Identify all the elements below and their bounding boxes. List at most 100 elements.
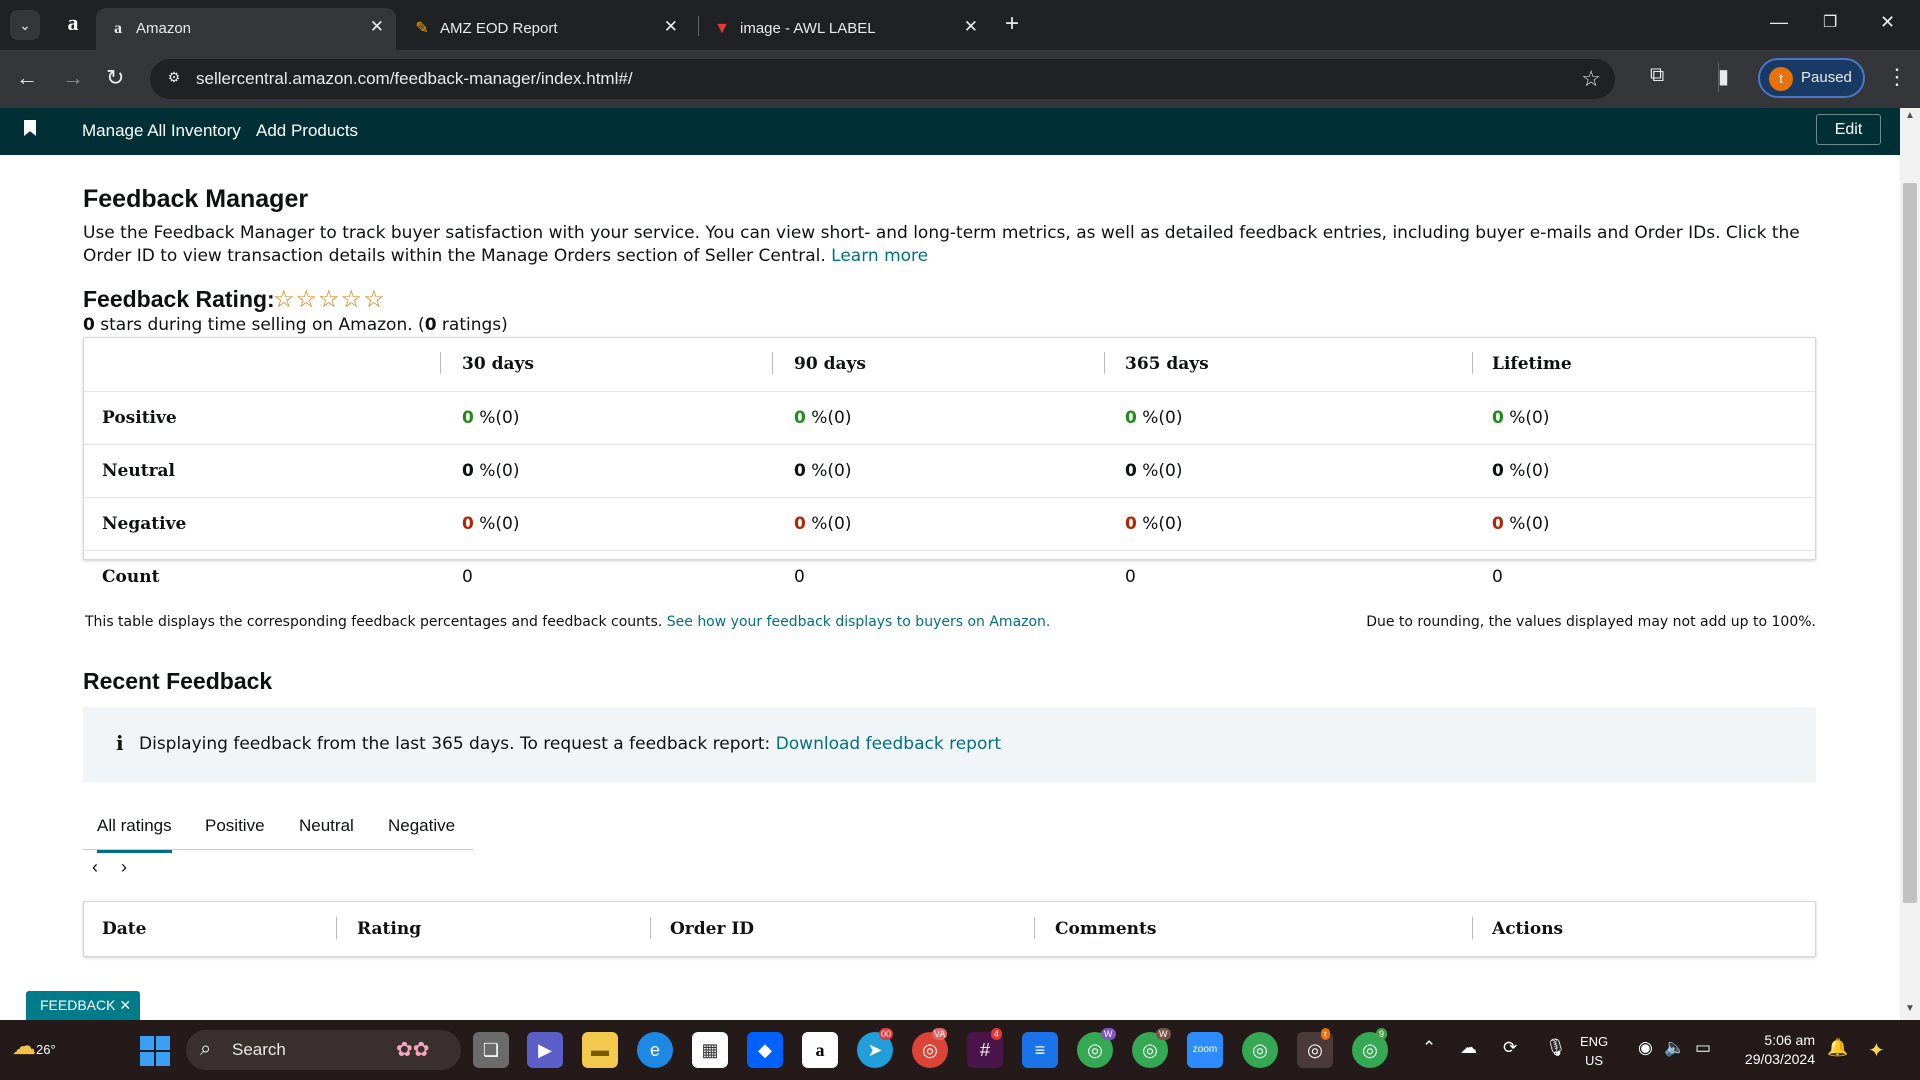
tab-amazon[interactable]: a Amazon ✕ <box>96 8 396 50</box>
taskbar-search[interactable]: ⌕ Search ✿✿ <box>186 1030 461 1070</box>
column-divider <box>772 352 773 374</box>
chrome-profile-w2-icon[interactable]: ◎ W <box>1132 1028 1171 1068</box>
nav-manage-all-inventory[interactable]: Manage All Inventory <box>82 121 241 141</box>
page-scrollbar[interactable]: ▲ ▼ <box>1900 108 1920 1020</box>
reload-icon[interactable]: ↻ <box>106 64 124 92</box>
date: 29/03/2024 <box>1744 1051 1815 1067</box>
scroll-up-icon[interactable]: ▲ <box>1905 110 1915 121</box>
table-note-text: This table displays the corresponding fe… <box>85 614 663 630</box>
browser-menu-icon[interactable]: ⋮ <box>1886 64 1908 90</box>
feedback-display-link[interactable]: See how your feedback displays to buyers… <box>667 614 1051 630</box>
sync-icon[interactable]: ⟳ <box>1503 1038 1517 1058</box>
edit-nav-button[interactable]: Edit <box>1816 114 1881 145</box>
minimize-icon[interactable]: — <box>1770 12 1788 33</box>
start-button[interactable] <box>140 1036 170 1066</box>
url-text[interactable]: sellercentral.amazon.com/feedback-manage… <box>196 69 633 89</box>
info-alert: i Displaying feedback from the last 365 … <box>83 707 1816 782</box>
wifi-icon[interactable]: ◉ <box>1638 1038 1653 1058</box>
page-intro: Use the Feedback Manager to track buyer … <box>83 222 1818 268</box>
rating-summary-tail: ratings) <box>436 315 508 335</box>
file-explorer-icon[interactable]: ▬ <box>582 1032 618 1068</box>
rating-stars-value: 0 <box>83 315 95 335</box>
bookmark-star-icon[interactable]: ☆ <box>1581 66 1601 92</box>
telegram-icon[interactable]: ➤ 00 <box>857 1028 894 1068</box>
close-icon[interactable]: ✕ <box>119 997 131 1013</box>
close-tab-icon[interactable]: ✕ <box>664 17 678 37</box>
nav-add-products[interactable]: Add Products <box>256 121 358 141</box>
table-cell: 0 %(0) <box>1492 461 1550 481</box>
clock[interactable]: 5:06 am 29/03/2024 <box>1735 1031 1815 1069</box>
tab-neutral[interactable]: Neutral <box>299 816 354 836</box>
column-header-date[interactable]: Date <box>102 919 146 939</box>
extensions-icon[interactable]: ⧉ <box>1650 64 1664 87</box>
amazon-app-icon[interactable]: a <box>802 1032 838 1068</box>
scrollbar-thumb[interactable] <box>1903 183 1917 903</box>
search-highlight-icon: ✿✿ <box>396 1039 430 1061</box>
show-hidden-icons-icon[interactable]: ⌃ <box>1422 1038 1436 1058</box>
table-cell: 0 %(0) <box>462 514 520 534</box>
feedback-widget[interactable]: FEEDBACK ✕ <box>26 991 140 1020</box>
column-header-rating[interactable]: Rating <box>357 919 421 939</box>
time: 5:06 am <box>1764 1032 1815 1048</box>
new-tab-icon[interactable]: + <box>1005 10 1019 38</box>
side-panel-icon[interactable]: ▮ <box>1718 64 1729 89</box>
table-cell: 0 %(0) <box>462 408 520 428</box>
search-icon: ⌕ <box>200 1038 212 1060</box>
tab-title: image - AWL LABEL <box>740 20 876 37</box>
column-header-comments[interactable]: Comments <box>1055 919 1156 939</box>
restore-icon[interactable]: ❐ <box>1823 12 1837 32</box>
volume-icon[interactable]: 🔈 <box>1664 1038 1685 1058</box>
chrome-active-icon[interactable]: ◎ t <box>1297 1028 1333 1068</box>
previous-page-icon[interactable]: ‹ <box>92 857 98 878</box>
table-row-negative: Negative 0 %(0) 0 %(0) 0 %(0) 0 %(0) <box>84 497 1815 550</box>
download-feedback-report-link[interactable]: Download feedback report <box>776 734 1001 754</box>
tab-amz-eod-report[interactable]: ✎ AMZ EOD Report ✕ <box>400 8 690 50</box>
slack-icon[interactable]: #4 <box>967 1028 1003 1068</box>
table-cell: 0 <box>462 567 473 587</box>
copilot-icon[interactable]: ✦ <box>1868 1038 1885 1063</box>
close-window-icon[interactable]: ✕ <box>1880 12 1895 33</box>
learn-more-link[interactable]: Learn more <box>831 246 928 266</box>
onedrive-icon[interactable]: ☁ <box>1460 1038 1477 1058</box>
language-indicator[interactable]: ENG US <box>1580 1032 1608 1070</box>
profile-button[interactable]: t Paused <box>1758 58 1865 98</box>
info-text: Displaying feedback from the last 365 da… <box>139 734 771 754</box>
chrome-profile-9-icon[interactable]: ◎ 9 <box>1352 1028 1388 1068</box>
store-icon[interactable]: ▦ <box>692 1032 728 1068</box>
task-view-icon[interactable]: ❏ <box>473 1032 509 1068</box>
scroll-down-icon[interactable]: ▼ <box>1905 1003 1915 1014</box>
chrome-profile-w-icon[interactable]: ◎ W <box>1077 1028 1116 1068</box>
battery-icon[interactable]: ▭ <box>1695 1038 1711 1058</box>
microphone-icon[interactable]: 🎙 <box>1545 1038 1567 1058</box>
table-row-positive: Positive 0 %(0) 0 %(0) 0 %(0) 0 %(0) <box>84 391 1815 444</box>
dropbox-icon[interactable]: ◆ <box>747 1032 783 1068</box>
close-tab-icon[interactable]: ✕ <box>370 17 384 37</box>
rounding-note: Due to rounding, the values displayed ma… <box>1366 614 1816 630</box>
language-code: ENG <box>1580 1034 1609 1049</box>
notification-icon[interactable]: 🔔 <box>1827 1038 1848 1058</box>
tab-all-ratings[interactable]: All ratings <box>97 816 172 853</box>
site-info-icon[interactable]: ⚙ <box>164 69 184 89</box>
bookmark-icon[interactable] <box>24 120 36 136</box>
address-bar[interactable]: ⚙ sellercentral.amazon.com/feedback-mana… <box>150 59 1615 99</box>
chrome-va-icon[interactable]: ◎ VA <box>912 1028 948 1068</box>
star-rating-icon: ☆☆☆☆☆ <box>273 286 386 313</box>
tab-negative[interactable]: Negative <box>388 816 455 836</box>
back-icon[interactable]: ← <box>16 64 38 92</box>
close-tab-icon[interactable]: ✕ <box>964 17 978 37</box>
amazon-pinned-tab[interactable]: a <box>58 10 88 40</box>
temperature: 26° <box>36 1042 56 1057</box>
edge-icon[interactable]: e <box>637 1032 673 1068</box>
chrome-profile-icon[interactable]: ◎ <box>1242 1032 1278 1068</box>
weather-widget[interactable]: ☁26° <box>12 1032 56 1061</box>
zoom-icon[interactable]: zoom <box>1187 1032 1223 1068</box>
meet-icon[interactable]: ▶ <box>527 1032 563 1068</box>
tab-image-awl-label[interactable]: ▼ image - AWL LABEL ✕ <box>700 8 990 50</box>
notepad-icon[interactable]: ≡ <box>1022 1032 1058 1068</box>
column-header-order-id[interactable]: Order ID <box>670 919 754 939</box>
column-header-30-days: 30 days <box>462 354 534 374</box>
tab-search-icon[interactable]: ⌄ <box>10 10 40 40</box>
next-page-icon[interactable]: › <box>121 857 127 878</box>
forward-icon[interactable]: → <box>62 64 84 92</box>
tab-positive[interactable]: Positive <box>205 816 265 836</box>
